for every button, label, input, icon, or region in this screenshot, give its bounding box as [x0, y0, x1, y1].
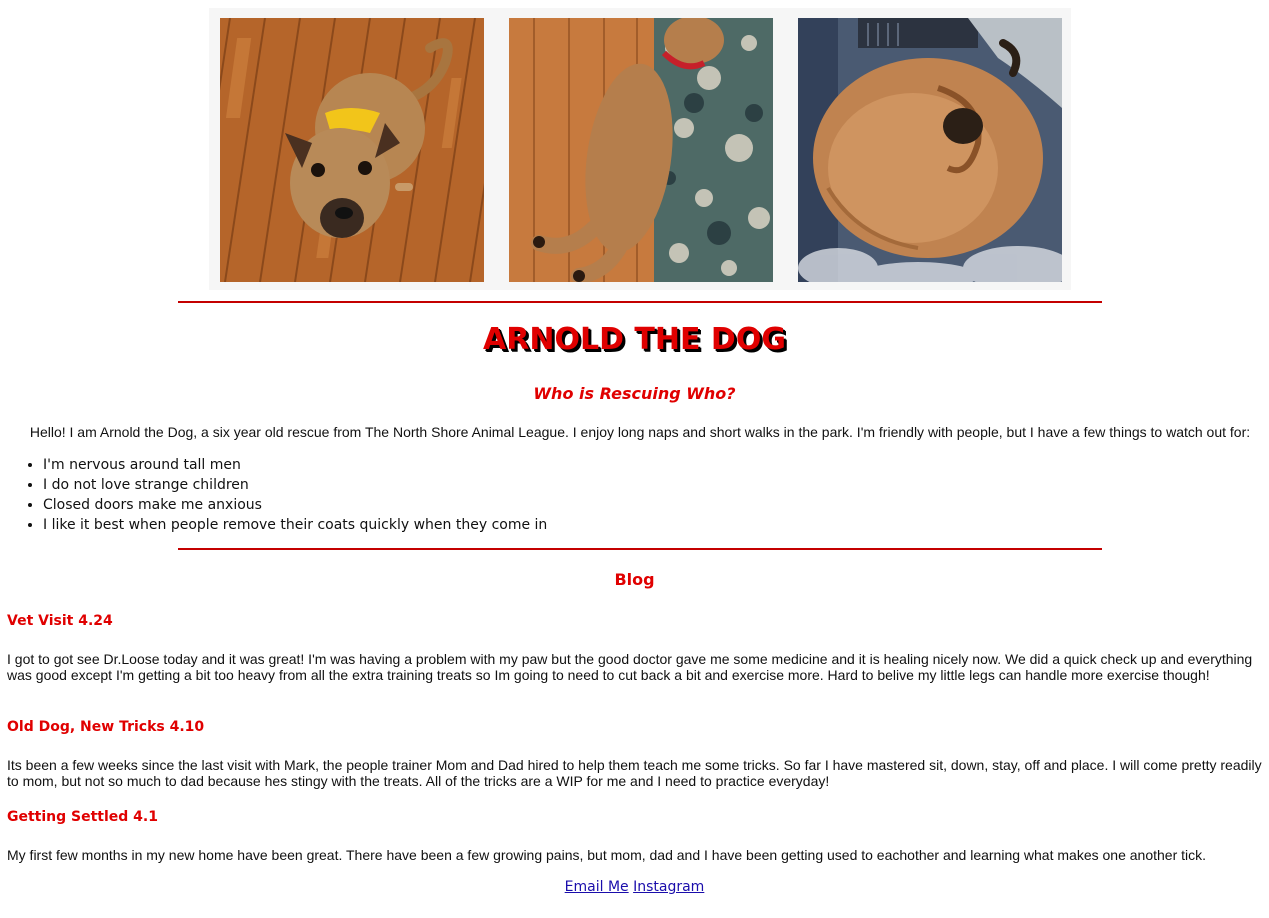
email-link[interactable]: Email Me — [565, 879, 629, 895]
post-body-getting-settled: My first few months in my new home have … — [7, 847, 1207, 863]
post-title-getting-settled: Getting Settled 4.1 — [7, 809, 158, 825]
list-item: Closed doors make me anxious — [43, 495, 547, 515]
post-body-vet-visit: I got to got see Dr.Loose today and it w… — [7, 651, 1253, 683]
list-item: I'm nervous around tall men — [43, 455, 547, 475]
divider-blog — [178, 548, 1102, 550]
dog-photo-lying — [509, 18, 773, 282]
post-body-old-dog: Its been a few weeks since the last visi… — [7, 757, 1262, 789]
dog-photo-curled — [798, 18, 1062, 282]
blog-heading: Blog — [614, 570, 655, 589]
list-item: I do not love strange children — [43, 475, 547, 495]
intro-text: Hello! I am Arnold the Dog, a six year o… — [29, 424, 1251, 440]
post-title-old-dog: Old Dog, New Tricks 4.10 — [7, 719, 205, 735]
list-item: I like it best when people remove their … — [43, 515, 547, 535]
instagram-link[interactable]: Instagram — [633, 879, 704, 895]
post-title-vet-visit: Vet Visit 4.24 — [7, 613, 113, 629]
page-subtitle: Who is Rescuing Who? — [533, 384, 736, 403]
photo-gallery — [209, 8, 1071, 290]
divider-top — [178, 301, 1102, 303]
traits-list: I'm nervous around tall men I do not lov… — [0, 455, 547, 535]
footer-links: Email Me Instagram — [0, 879, 1269, 895]
dog-photo-sitting — [220, 18, 484, 282]
page-title: ARNOLD THE DOG — [483, 322, 786, 357]
